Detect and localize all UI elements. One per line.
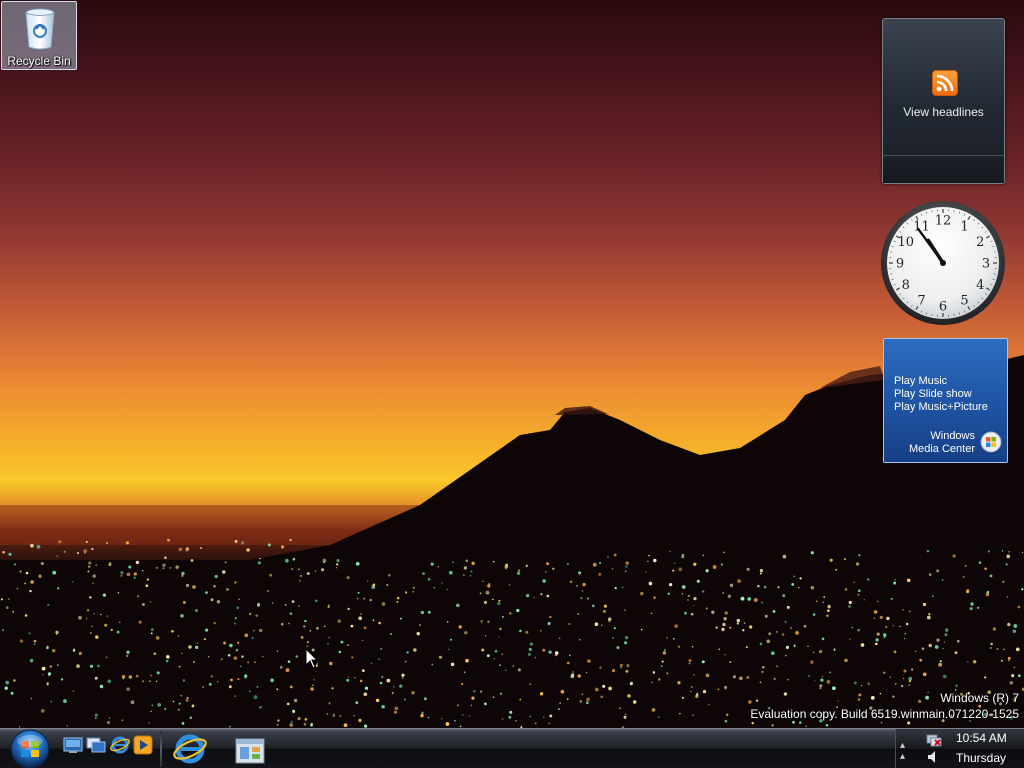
show-hidden-icons[interactable]: ▴ ▴ bbox=[900, 740, 905, 762]
rss-icon bbox=[932, 70, 958, 96]
clock-numeral: 4 bbox=[976, 278, 984, 293]
clock-numeral: 6 bbox=[939, 300, 947, 315]
clock-numeral: 3 bbox=[982, 257, 990, 272]
clock-numeral: 8 bbox=[902, 278, 910, 293]
taskbar: ▴ ▴ 10:54 AM Thursday bbox=[0, 728, 1024, 768]
mouse-cursor-icon bbox=[305, 648, 319, 669]
tray-clock-day[interactable]: Thursday bbox=[956, 751, 1006, 765]
switch-windows-icon[interactable] bbox=[86, 735, 106, 755]
clock-numeral: 5 bbox=[960, 294, 968, 309]
volume-icon[interactable] bbox=[927, 750, 941, 764]
play-music-picture-link[interactable]: Play Music+Picture bbox=[894, 401, 988, 414]
internet-explorer-icon bbox=[173, 734, 207, 764]
gadget-footer bbox=[883, 155, 1004, 183]
desktop-icon-label: Recycle Bin bbox=[7, 54, 71, 68]
show-desktop-icon[interactable] bbox=[63, 735, 83, 755]
clock-numeral: 2 bbox=[976, 235, 984, 250]
view-headlines-link[interactable]: View headlines bbox=[883, 105, 1004, 119]
clock-gadget[interactable]: 12 1 2 3 4 5 6 7 8 9 10 11 bbox=[879, 199, 1007, 327]
clock-numeral: 10 bbox=[897, 235, 914, 250]
media-center-brand[interactable]: Windows Media Center bbox=[909, 430, 975, 456]
media-player-icon[interactable] bbox=[133, 735, 153, 755]
watermark-line1: Windows (R) 7 bbox=[940, 691, 1019, 705]
windows-flag-icon bbox=[980, 431, 1002, 453]
taskbar-windows-explorer[interactable] bbox=[232, 731, 268, 767]
media-center-gadget[interactable]: Play Music Play Slide show Play Music+Pi… bbox=[883, 338, 1008, 463]
windows-explorer-icon bbox=[235, 738, 265, 764]
feed-headlines-gadget[interactable]: View headlines bbox=[882, 18, 1005, 184]
desktop-wallpaper bbox=[0, 0, 1024, 728]
clock-numeral: 7 bbox=[917, 294, 925, 309]
watermark-line2: Evaluation copy. Build 6519.winmain.0712… bbox=[750, 707, 1019, 721]
taskbar-internet-explorer[interactable] bbox=[172, 731, 208, 767]
brand-line1: Windows bbox=[930, 430, 975, 442]
clock-center bbox=[940, 260, 946, 266]
clock-numeral: 9 bbox=[896, 257, 904, 272]
play-music-link[interactable]: Play Music bbox=[894, 375, 988, 388]
recycle-bin-icon bbox=[25, 8, 55, 50]
system-tray: ▴ ▴ 10:54 AM Thursday bbox=[895, 729, 1024, 768]
play-slide-show-link[interactable]: Play Slide show bbox=[894, 388, 988, 401]
clock-numeral: 12 bbox=[935, 214, 952, 229]
internet-explorer-icon[interactable] bbox=[110, 735, 130, 755]
desktop-icon-recycle-bin[interactable]: Recycle Bin bbox=[1, 1, 77, 70]
network-icon[interactable] bbox=[926, 732, 942, 748]
clock-numeral: 1 bbox=[960, 219, 968, 234]
quick-launch-divider bbox=[160, 731, 162, 767]
media-center-menu: Play Music Play Slide show Play Music+Pi… bbox=[894, 375, 988, 414]
start-button[interactable] bbox=[8, 729, 52, 768]
tray-clock-time[interactable]: 10:54 AM bbox=[956, 731, 1007, 745]
build-watermark: Windows (R) 7 Evaluation copy. Build 651… bbox=[750, 690, 1019, 722]
brand-line2: Media Center bbox=[908, 443, 975, 455]
